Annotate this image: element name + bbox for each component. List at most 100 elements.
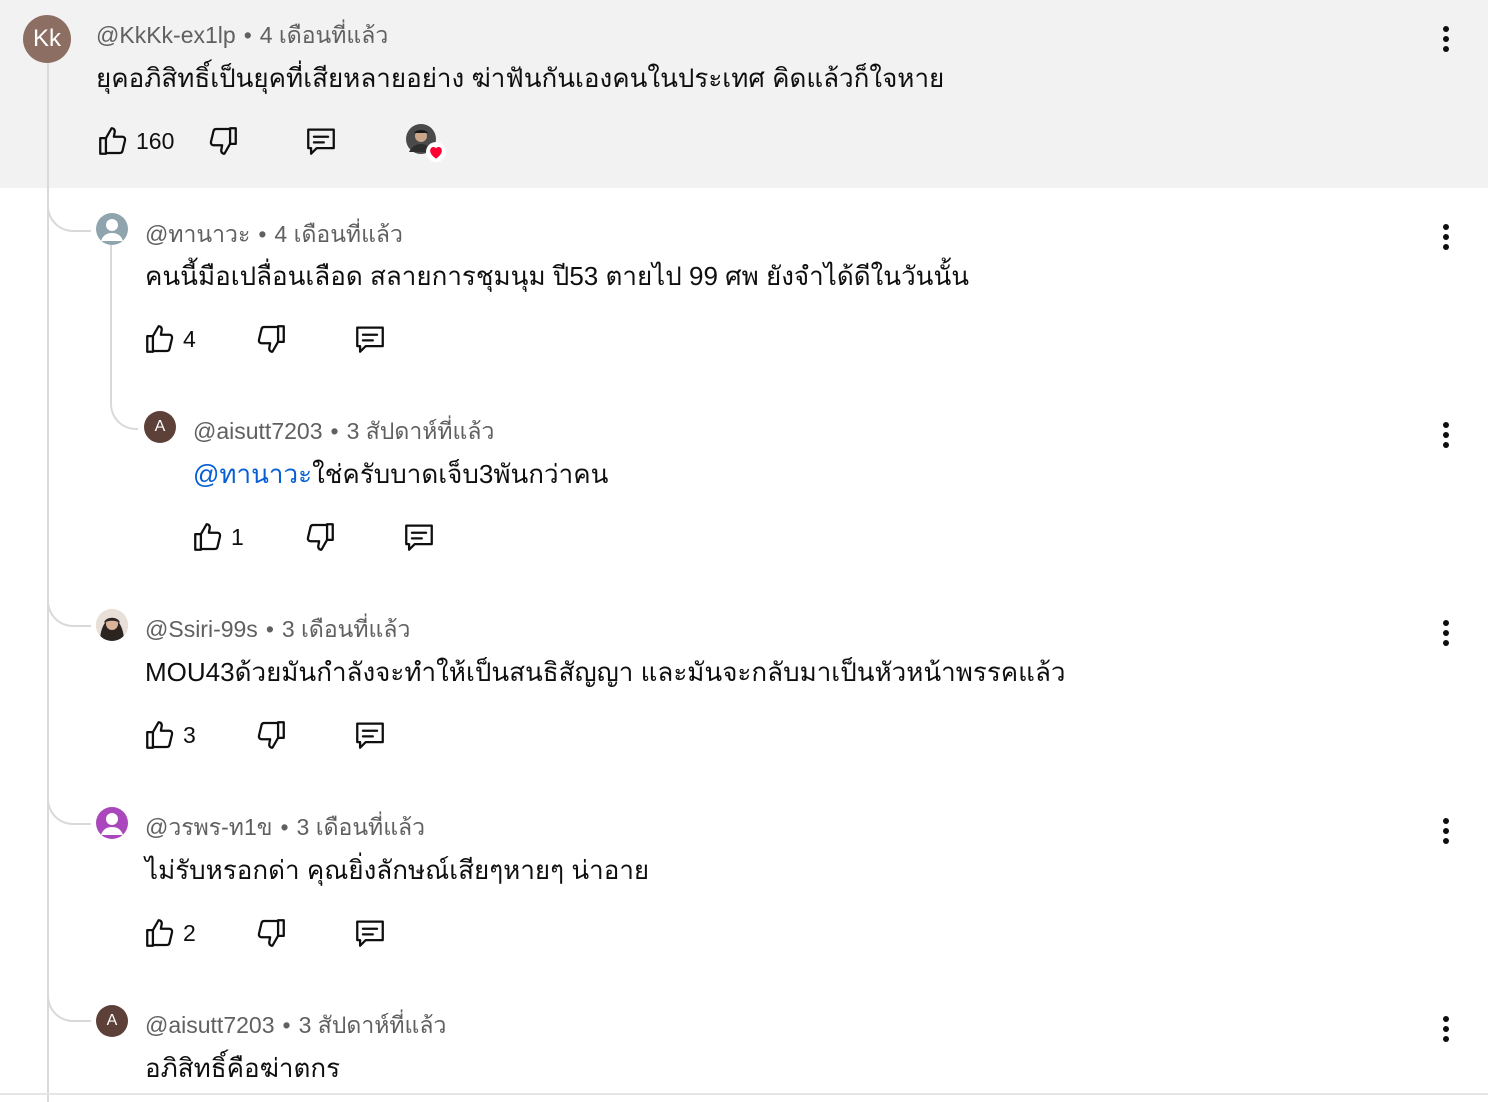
- comment-meta: @ทานาวะ • 4 เดือนที่แล้ว: [145, 217, 403, 253]
- dislike-button[interactable]: [254, 319, 288, 359]
- comment-text: คนนี้มือเปลื่อนเลือด สลายการชุมนุม ปี53 …: [145, 261, 969, 291]
- comment-menu-button[interactable]: [1440, 613, 1452, 653]
- comment-menu-button[interactable]: [1440, 19, 1452, 59]
- dislike-button[interactable]: [254, 715, 288, 755]
- like-button[interactable]: 4: [143, 319, 196, 359]
- reply-thread-line: [110, 245, 112, 385]
- reply-button[interactable]: [353, 913, 387, 953]
- comment-menu-button[interactable]: [1440, 217, 1452, 257]
- thread-connector: [47, 575, 91, 627]
- separator-dot: •: [280, 814, 289, 840]
- avatar[interactable]: A: [96, 1005, 128, 1037]
- separator-dot: •: [243, 22, 252, 48]
- comment-meta: @KkKk-ex1lp • 4 เดือนที่แล้ว: [96, 18, 388, 54]
- comment-menu-button[interactable]: [1440, 811, 1452, 851]
- avatar-initials: A: [154, 418, 166, 435]
- comment-meta: @aisutt7203 • 3 สัปดาห์ที่แล้ว: [193, 414, 494, 450]
- comment-actions: 4: [143, 319, 443, 359]
- timestamp[interactable]: 4 เดือนที่แล้ว: [260, 22, 389, 48]
- reply-icon: [356, 326, 384, 353]
- author-name[interactable]: @วรพร-ท1ข: [145, 814, 272, 840]
- comment-actions: 2: [143, 913, 443, 953]
- timestamp[interactable]: 3 เดือนที่แล้ว: [297, 814, 426, 840]
- avatar-initials: Kk: [32, 25, 61, 52]
- thread-connector: [47, 970, 91, 1022]
- dislike-button[interactable]: [206, 121, 240, 161]
- creator-heart[interactable]: [406, 124, 446, 162]
- like-count: 3: [183, 721, 196, 748]
- avatar[interactable]: A: [144, 411, 176, 443]
- avatar-initials: A: [106, 1012, 118, 1029]
- like-count: 1: [231, 523, 244, 550]
- reply-button[interactable]: [402, 517, 436, 557]
- author-name[interactable]: @KkKk-ex1lp: [96, 22, 236, 48]
- comment-actions: 3: [143, 715, 443, 755]
- timestamp[interactable]: 3 เดือนที่แล้ว: [282, 616, 411, 642]
- comment-text: อภิสิทธิ์คือฆ่าตกร: [145, 1053, 341, 1083]
- heart-icon: [426, 142, 446, 162]
- thumbs-down-icon: [257, 919, 285, 947]
- like-count: 2: [183, 919, 196, 946]
- thumbs-up-icon: [194, 523, 222, 551]
- author-name[interactable]: @ทานาวะ: [145, 221, 250, 247]
- more-vert-icon: [1443, 818, 1449, 844]
- thumbs-up-icon: [146, 919, 174, 947]
- reply-button[interactable]: [304, 121, 338, 161]
- person-icon: [101, 219, 123, 241]
- like-button[interactable]: 160: [96, 121, 174, 161]
- thumbs-up-icon: [146, 325, 174, 353]
- thread-connector: [47, 773, 91, 825]
- avatar[interactable]: [96, 213, 128, 245]
- comment-meta: @วรพร-ท1ข • 3 เดือนที่แล้ว: [145, 810, 425, 846]
- more-vert-icon: [1443, 26, 1449, 52]
- comment-body: ใช่ครับบาดเจ็บ3พันกว่าคน: [312, 459, 609, 489]
- author-name[interactable]: @aisutt7203: [145, 1012, 275, 1038]
- thumbs-up-icon: [146, 721, 174, 749]
- comment-actions: 1: [191, 517, 491, 557]
- thumbs-down-icon: [257, 721, 285, 749]
- comment-text: ยุคอภิสิทธิ์เป็นยุคที่เสียหลายอย่าง ฆ่าฟ…: [96, 63, 945, 93]
- author-name[interactable]: @aisutt7203: [193, 418, 323, 444]
- person-icon: [101, 813, 123, 835]
- more-vert-icon: [1443, 1016, 1449, 1042]
- more-vert-icon: [1443, 422, 1449, 448]
- reply-icon: [307, 128, 335, 155]
- reply-icon: [356, 722, 384, 749]
- like-button[interactable]: 2: [143, 913, 196, 953]
- avatar[interactable]: [96, 807, 128, 839]
- like-button[interactable]: 1: [191, 517, 244, 557]
- reply-button[interactable]: [353, 319, 387, 359]
- reply-icon: [405, 524, 433, 551]
- more-vert-icon: [1443, 620, 1449, 646]
- bottom-divider: [0, 1093, 1488, 1095]
- comment-menu-button[interactable]: [1440, 1009, 1452, 1049]
- timestamp[interactable]: 3 สัปดาห์ที่แล้ว: [299, 1012, 447, 1038]
- thumbs-down-icon: [209, 127, 237, 155]
- thumbs-down-icon: [257, 325, 285, 353]
- reply-button[interactable]: [353, 715, 387, 755]
- more-vert-icon: [1443, 224, 1449, 250]
- separator-dot: •: [258, 221, 267, 247]
- comment-meta: @Ssiri-99s • 3 เดือนที่แล้ว: [145, 612, 410, 648]
- avatar[interactable]: Kk: [23, 15, 71, 63]
- comment-menu-button[interactable]: [1440, 415, 1452, 455]
- like-count: 4: [183, 325, 196, 352]
- comment-text: @ทานาวะใช่ครับบาดเจ็บ3พันกว่าคน: [193, 454, 608, 495]
- like-count: 160: [136, 127, 175, 154]
- avatar[interactable]: [96, 609, 128, 641]
- photo-avatar: [96, 609, 128, 641]
- reply-icon: [356, 920, 384, 947]
- thumbs-up-icon: [99, 127, 127, 155]
- comment-meta: @aisutt7203 • 3 สัปดาห์ที่แล้ว: [145, 1008, 446, 1044]
- dislike-button[interactable]: [303, 517, 337, 557]
- author-name[interactable]: @Ssiri-99s: [145, 616, 258, 642]
- timestamp[interactable]: 3 สัปดาห์ที่แล้ว: [347, 418, 495, 444]
- separator-dot: •: [282, 1012, 291, 1038]
- timestamp[interactable]: 4 เดือนที่แล้ว: [274, 221, 403, 247]
- like-button[interactable]: 3: [143, 715, 196, 755]
- dislike-button[interactable]: [254, 913, 288, 953]
- mention-link[interactable]: @ทานาวะ: [193, 459, 312, 489]
- separator-dot: •: [330, 418, 339, 444]
- separator-dot: •: [265, 616, 274, 642]
- comment-text: MOU43ด้วยมันกำลังจะทำให้เป็นสนธิสัญญา แล…: [145, 657, 1066, 687]
